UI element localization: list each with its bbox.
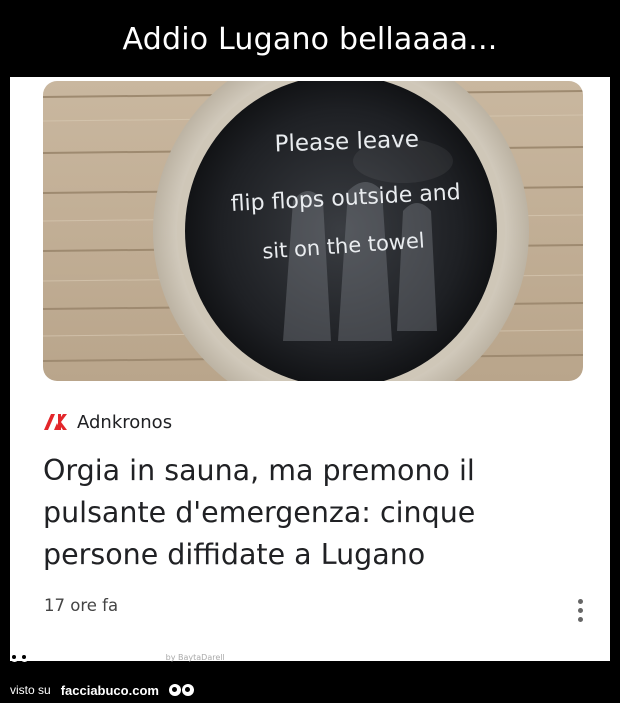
facciabuco-eyes-icon <box>168 684 194 696</box>
facciabuco-watermark: creato su facciabuco.com by BaytaDarell <box>10 649 225 665</box>
footer-site-link[interactable]: facciabuco.com <box>61 683 159 698</box>
adnkronos-logo-icon <box>44 414 67 430</box>
meme-title: Addio Lugano bellaaaa... <box>122 22 498 57</box>
more-options-button[interactable] <box>570 596 590 624</box>
sauna-porthole-image: Please leave flip flops outside and sit … <box>43 81 583 381</box>
watermark-author: by BaytaDarell <box>165 652 225 662</box>
article-photo[interactable]: Please leave flip flops outside and sit … <box>43 81 583 381</box>
article-headline[interactable]: Orgia in sauna, ma premono il pulsante d… <box>43 450 563 576</box>
footer: visto su facciabuco.com <box>10 681 194 699</box>
watermark-created: creato su facciabuco.com <box>37 652 152 662</box>
vertical-ellipsis-icon <box>577 598 583 604</box>
facciabuco-eyes-icon <box>10 652 29 662</box>
article-source[interactable]: Adnkronos <box>44 410 172 434</box>
news-card[interactable]: Please leave flip flops outside and sit … <box>10 77 610 661</box>
footer-visto: visto su <box>10 683 51 697</box>
source-name: Adnkronos <box>77 411 173 433</box>
sign-line-1: Please leave <box>274 126 419 157</box>
article-timestamp: 17 ore fa <box>44 596 119 615</box>
